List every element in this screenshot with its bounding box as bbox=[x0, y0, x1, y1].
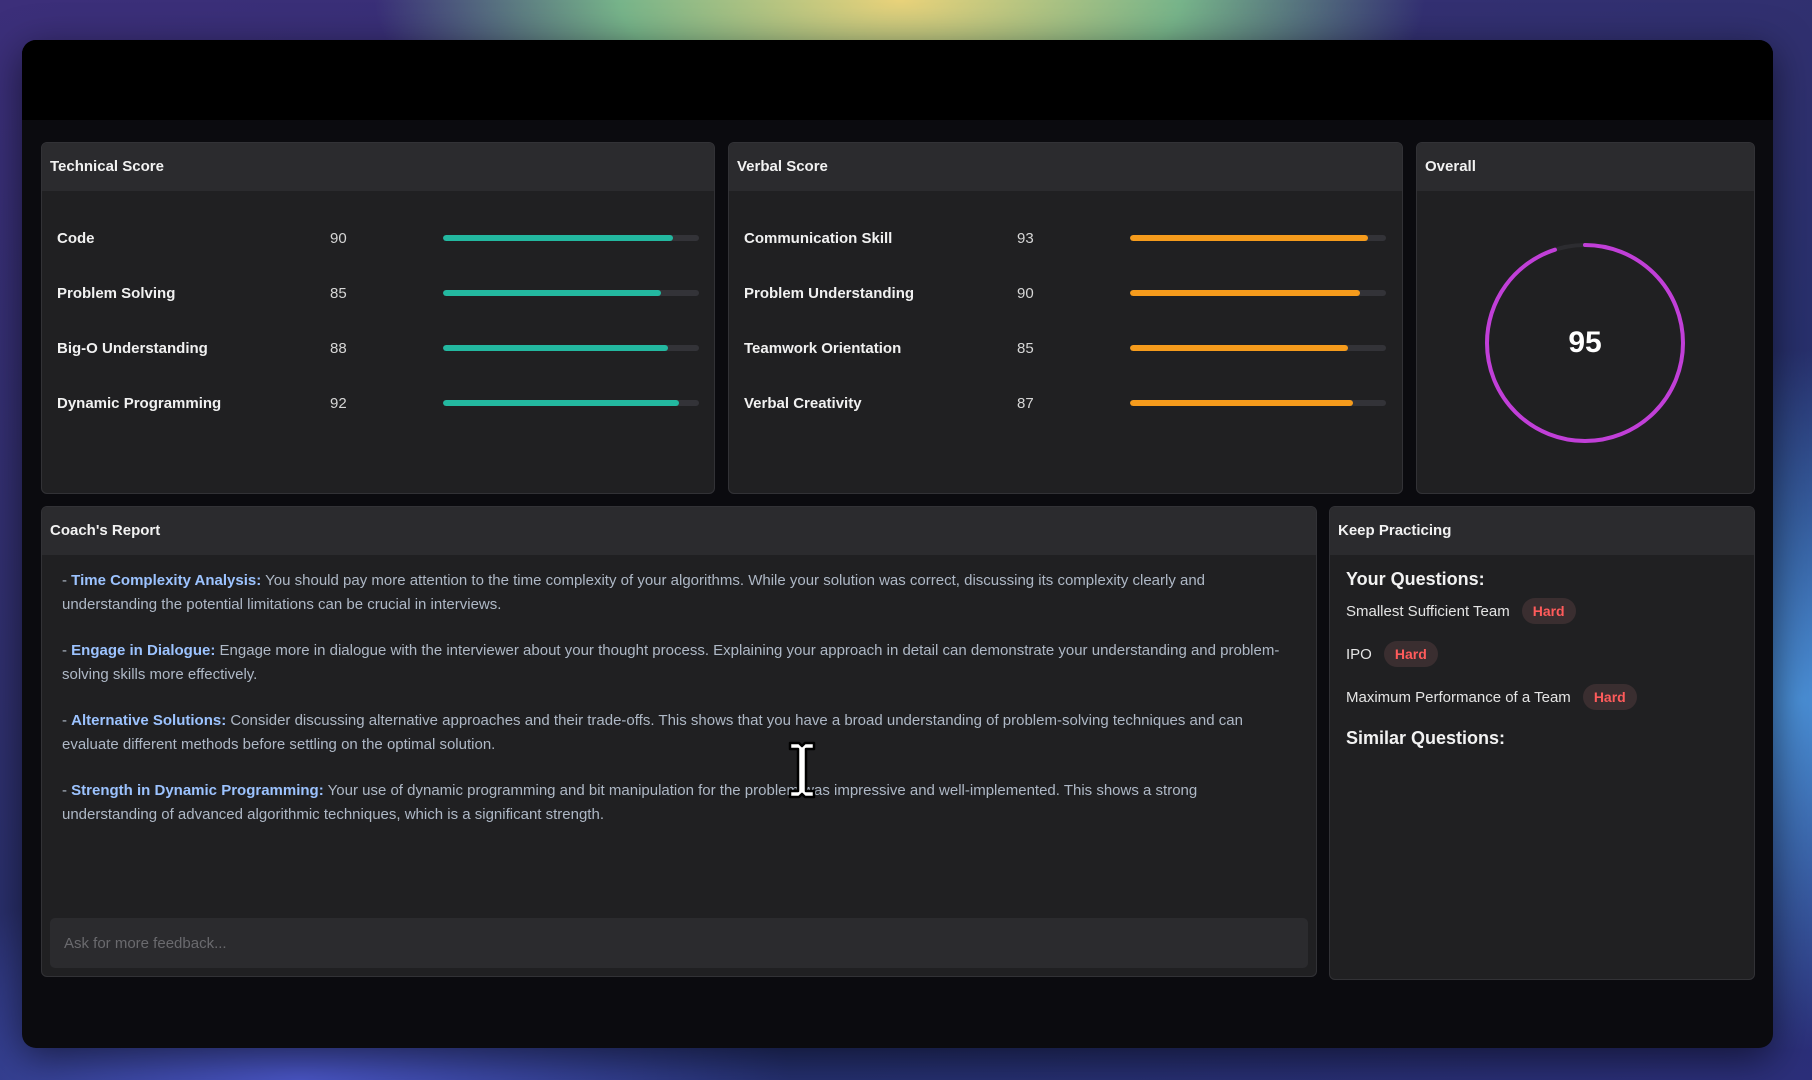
report-keyword: Strength in Dynamic Programming: bbox=[71, 782, 324, 799]
report-keyword: Alternative Solutions: bbox=[71, 712, 227, 729]
score-value: 88 bbox=[330, 339, 347, 357]
report-item: - Engage in Dialogue: Engage more in dia… bbox=[62, 642, 1280, 683]
feedback-field[interactable] bbox=[50, 918, 1308, 968]
difficulty-badge: Hard bbox=[1582, 684, 1637, 710]
question-name[interactable]: IPO bbox=[1346, 646, 1372, 663]
score-value: 92 bbox=[330, 394, 347, 412]
score-label: Problem Solving bbox=[57, 284, 176, 302]
score-label: Big-O Understanding bbox=[57, 339, 208, 357]
score-bar bbox=[1130, 235, 1386, 241]
report-keyword: Engage in Dialogue: bbox=[71, 642, 216, 659]
difficulty-badge: Hard bbox=[1521, 598, 1576, 624]
practice-list: Your Questions: Smallest Sufficient Team… bbox=[1346, 569, 1738, 749]
report-item: - Alternative Solutions: Consider discus… bbox=[62, 712, 1243, 753]
score-row: Problem Solving 85 bbox=[42, 281, 714, 305]
score-row: Teamwork Orientation 85 bbox=[729, 336, 1402, 360]
report-text: Engage more in dialogue with the intervi… bbox=[62, 642, 1280, 683]
score-label: Verbal Creativity bbox=[744, 394, 862, 412]
report-item: - Time Complexity Analysis: You should p… bbox=[62, 572, 1206, 613]
question-item[interactable]: IPO Hard bbox=[1346, 639, 1738, 669]
score-bar-fill bbox=[1130, 400, 1353, 406]
similar-questions-heading: Similar Questions: bbox=[1346, 728, 1506, 748]
score-bar-fill bbox=[1130, 290, 1361, 296]
score-label: Dynamic Programming bbox=[57, 394, 222, 412]
question-item[interactable]: Smallest Sufficient Team Hard bbox=[1346, 596, 1738, 626]
question-item[interactable]: Maximum Performance of a Team Hard bbox=[1346, 682, 1738, 712]
overall-score: 95 bbox=[1568, 326, 1602, 359]
title-bar bbox=[22, 40, 1773, 120]
score-row: Problem Understanding 90 bbox=[729, 281, 1402, 305]
score-value: 90 bbox=[1017, 284, 1034, 302]
keep-practicing-card: Keep Practicing Your Questions: Smallest… bbox=[1329, 506, 1755, 980]
report-list: - Time Complexity Analysis: You should p… bbox=[62, 569, 1296, 849]
score-row: Code 90 bbox=[42, 226, 714, 250]
overall-title: Overall bbox=[1417, 143, 1754, 191]
score-row: Dynamic Programming 92 bbox=[42, 391, 714, 415]
report-item: - Strength in Dynamic Programming: Your … bbox=[62, 782, 1198, 823]
score-bar-fill bbox=[1130, 235, 1369, 241]
app-window: Technical Score Code 90 Problem Solving … bbox=[22, 40, 1773, 1048]
verbal-score-card: Verbal Score Communication Skill 93 Prob… bbox=[728, 142, 1403, 494]
feedback-input[interactable] bbox=[62, 933, 1296, 953]
text-cursor-icon bbox=[788, 741, 816, 799]
score-bar-fill bbox=[443, 290, 661, 296]
coach-report-title: Coach's Report bbox=[42, 507, 1316, 555]
score-label: Teamwork Orientation bbox=[744, 339, 902, 357]
score-bar bbox=[1130, 290, 1386, 296]
score-bar bbox=[443, 345, 699, 351]
score-value: 90 bbox=[330, 229, 347, 247]
score-bar-fill bbox=[443, 345, 669, 351]
score-row: Verbal Creativity 87 bbox=[729, 391, 1402, 415]
score-row: Communication Skill 93 bbox=[729, 226, 1402, 250]
score-label: Code bbox=[57, 229, 95, 247]
your-questions-heading: Your Questions: bbox=[1346, 569, 1485, 589]
keep-practicing-title: Keep Practicing bbox=[1330, 507, 1754, 555]
question-name[interactable]: Maximum Performance of a Team bbox=[1346, 689, 1571, 706]
technical-score-title: Technical Score bbox=[42, 143, 714, 191]
score-bar-fill bbox=[443, 400, 679, 406]
score-bar-fill bbox=[443, 235, 674, 241]
score-row: Big-O Understanding 88 bbox=[42, 336, 714, 360]
coach-report-card: Coach's Report - Time Complexity Analysi… bbox=[41, 506, 1317, 977]
score-bar-fill bbox=[1130, 345, 1348, 351]
overall-card: Overall 95 bbox=[1416, 142, 1755, 494]
score-bar bbox=[1130, 345, 1386, 351]
score-bar bbox=[443, 400, 699, 406]
report-text: Consider discussing alternative approach… bbox=[62, 712, 1243, 753]
score-value: 93 bbox=[1017, 229, 1034, 247]
technical-score-card: Technical Score Code 90 Problem Solving … bbox=[41, 142, 715, 494]
score-bar bbox=[443, 290, 699, 296]
score-label: Problem Understanding bbox=[744, 284, 915, 302]
score-value: 87 bbox=[1017, 394, 1034, 412]
score-value: 85 bbox=[1017, 339, 1034, 357]
score-bar bbox=[443, 235, 699, 241]
verbal-score-title: Verbal Score bbox=[729, 143, 1402, 191]
question-name[interactable]: Smallest Sufficient Team bbox=[1346, 603, 1510, 620]
score-bar bbox=[1130, 400, 1386, 406]
score-value: 85 bbox=[330, 284, 347, 302]
score-label: Communication Skill bbox=[744, 229, 893, 247]
report-keyword: Time Complexity Analysis: bbox=[71, 572, 262, 589]
difficulty-badge: Hard bbox=[1383, 641, 1438, 667]
